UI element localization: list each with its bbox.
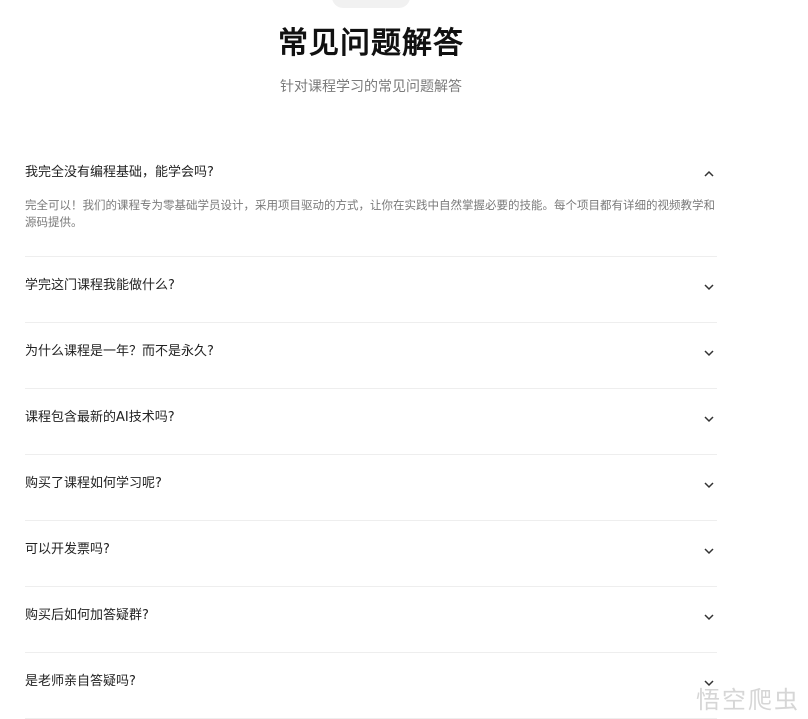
page-subtitle: 针对课程学习的常见问题解答	[280, 79, 462, 95]
chevron-down-icon[interactable]	[701, 281, 717, 293]
faq-item[interactable]: 购买了课程如何学习呢?	[25, 455, 717, 521]
faq-item[interactable]: 课程包含最新的AI技术吗?	[25, 389, 717, 455]
faq-answer: 完全可以！我们的课程专为零基础学员设计，采用项目驱动的方式，让你在实践中自然掌握…	[25, 198, 715, 229]
top-decoration	[332, 0, 410, 8]
faq-item[interactable]: 是老师亲自答疑吗?	[25, 653, 717, 719]
faq-item[interactable]: 可以开发票吗?	[25, 521, 717, 587]
faq-question: 我完全没有编程基础，能学会吗?	[25, 165, 214, 180]
page-title: 常见问题解答	[278, 26, 464, 61]
faq-question: 购买了课程如何学习呢?	[25, 476, 162, 491]
faq-question: 购买后如何加答疑群?	[25, 608, 149, 623]
faq-question: 可以开发票吗?	[25, 542, 110, 557]
chevron-down-icon[interactable]	[701, 347, 717, 359]
chevron-down-icon[interactable]	[701, 545, 717, 557]
chevron-down-icon[interactable]	[701, 611, 717, 623]
faq-item[interactable]: 我完全没有编程基础，能学会吗? 完全可以！我们的课程专为零基础学员设计，采用项目…	[25, 144, 717, 257]
chevron-down-icon[interactable]	[701, 479, 717, 491]
faq-item[interactable]: 为什么课程是一年？而不是永久?	[25, 323, 717, 389]
watermark: 悟空爬虫	[696, 686, 800, 714]
faq-question: 是老师亲自答疑吗?	[25, 674, 136, 689]
faq-item[interactable]: 购买后如何加答疑群?	[25, 587, 717, 653]
chevron-up-icon[interactable]	[701, 168, 717, 180]
faq-item[interactable]: 学完这门课程我能做什么?	[25, 257, 717, 323]
faq-list: 我完全没有编程基础，能学会吗? 完全可以！我们的课程专为零基础学员设计，采用项目…	[25, 144, 717, 719]
faq-question: 学完这门课程我能做什么?	[25, 278, 175, 293]
faq-question: 为什么课程是一年？而不是永久?	[25, 344, 214, 359]
chevron-down-icon[interactable]	[701, 413, 717, 425]
faq-question: 课程包含最新的AI技术吗?	[25, 410, 175, 425]
